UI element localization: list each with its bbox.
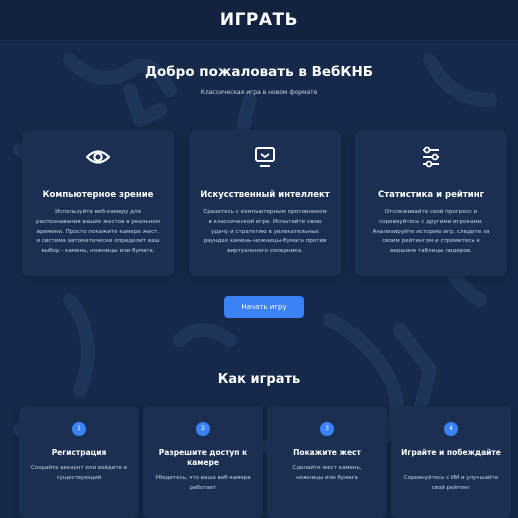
how-to-play-title: Как играть: [217, 372, 301, 387]
step-title: Покажите жест: [293, 448, 361, 457]
sliders-icon: [423, 146, 439, 168]
step-number-badge: 4: [444, 422, 458, 436]
brand-play-link[interactable]: ИГРАТЬ: [220, 10, 298, 30]
feature-title: Компьютерное зрение: [42, 190, 154, 200]
step-description: Соревнуйтесь с ИИ и улучшайте свой рейти…: [403, 475, 499, 491]
step-card-1: 1 Регистрация Создайте аккаунт или войди…: [19, 406, 139, 518]
step-number-badge: 2: [196, 422, 210, 436]
feature-title: Статистика и рейтинг: [377, 190, 485, 200]
feature-description: Отслеживайте свой прогресс и соревнуйтес…: [372, 209, 490, 255]
feature-card-vision: Компьютерное зрение Используйте веб-каме…: [22, 130, 174, 276]
step-number-badge: 1: [72, 422, 86, 436]
hero-subtitle: Классическая игра в новом формате: [200, 89, 318, 96]
feature-description: Используйте веб-камеру для распознавания…: [36, 209, 160, 255]
hero-title: Добро пожаловать в ВебКНБ: [144, 64, 374, 80]
feature-card-stats: Статистика и рейтинг Отслеживайте свой п…: [355, 130, 507, 276]
step-card-2: 2 Разрешите доступ к камере Убедитесь, ч…: [143, 406, 263, 518]
step-title: Разрешите доступ к камере: [158, 448, 248, 467]
page: ИГРАТЬ Добро пожаловать в ВебКНБ Классич…: [0, 0, 518, 518]
step-description: Создайте аккаунт или войдите в существую…: [31, 465, 127, 481]
step-title: Регистрация: [51, 448, 107, 457]
step-card-3: 3 Покажите жест Сделайте жест камень, но…: [267, 406, 387, 518]
step-card-4: 4 Играйте и побеждайте Соревнуйтесь с ИИ…: [391, 406, 511, 518]
top-navbar: ИГРАТЬ: [0, 0, 518, 41]
step-number-badge: 3: [320, 422, 334, 436]
step-description: Убедитесь, что ваша веб-камера работает: [155, 475, 251, 491]
start-game-button[interactable]: Начать игру: [224, 296, 304, 318]
feature-card-ai: Искусственный интеллект Сразитесь с комп…: [189, 130, 341, 276]
feature-description: Сразитесь с компьютерным противником в к…: [203, 209, 327, 255]
monitor-icon: [255, 147, 275, 167]
feature-title: Искусственный интеллект: [200, 190, 330, 200]
step-description: Сделайте жест камень, ножницы или бумага: [292, 465, 362, 481]
step-title: Играйте и побеждайте: [401, 448, 501, 457]
eye-icon: [86, 150, 110, 164]
